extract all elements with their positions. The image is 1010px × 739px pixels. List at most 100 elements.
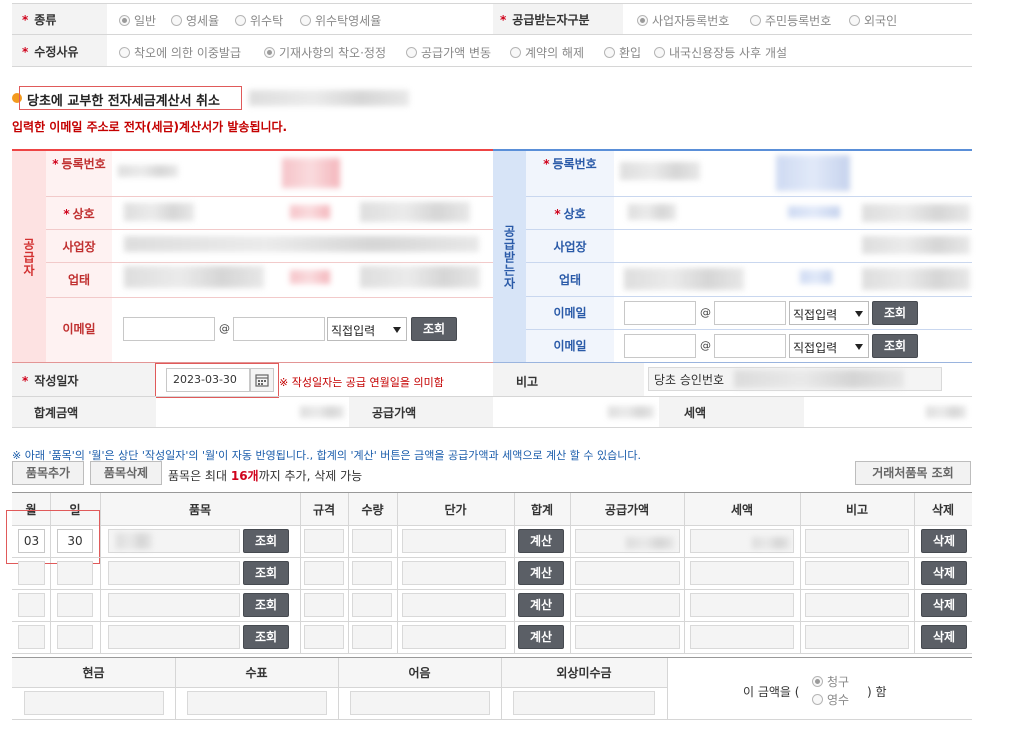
receiver-email1-lookup-button[interactable]: 조회: [872, 301, 918, 325]
row4-tax-input[interactable]: [690, 625, 794, 649]
row3-supply-input[interactable]: [575, 593, 680, 617]
redacted-supplier-business: [124, 266, 264, 288]
row3-tax-input[interactable]: [690, 593, 794, 617]
reason-lc-radio[interactable]: 내국신용장등 사후 개설: [654, 44, 787, 61]
row2-spec-input[interactable]: [304, 561, 344, 585]
redacted-supply: [608, 406, 654, 418]
reason-cancel-contract-radio[interactable]: 계약의 해제: [510, 44, 584, 61]
redacted-tax: [926, 406, 966, 418]
supplier-email-domain-input[interactable]: [233, 317, 325, 341]
receiver-email2-lookup-button[interactable]: 조회: [872, 334, 918, 358]
receiver-email2-at: @: [700, 339, 711, 352]
reason-return-radio[interactable]: 환입: [604, 44, 641, 61]
payment-claim-radio[interactable]: 청구: [812, 673, 849, 690]
row1-note-input[interactable]: [805, 529, 909, 553]
payment-receipt-radio[interactable]: 영수: [812, 691, 849, 708]
row4-note-input[interactable]: [805, 625, 909, 649]
row2-month-input[interactable]: [18, 561, 45, 585]
redacted-supplier-business-3: [360, 266, 480, 288]
type-zero-rate-radio[interactable]: 영세율: [171, 12, 219, 29]
redacted-approval-number: [734, 370, 904, 388]
delete-item-button[interactable]: 품목삭제: [90, 461, 162, 485]
payment-check-input[interactable]: [187, 691, 327, 715]
row2-delete-button[interactable]: 삭제: [921, 561, 967, 585]
row2-unit-price-input[interactable]: [402, 561, 506, 585]
row2-item-lookup-button[interactable]: 조회: [243, 561, 289, 585]
redacted-receiver-regno: [620, 162, 700, 180]
row4-supply-input[interactable]: [575, 625, 680, 649]
col-unit-price: 단가: [444, 503, 467, 517]
col-supply: 공급가액: [604, 503, 650, 517]
receiver-email2-label: 이메일: [553, 339, 587, 353]
payment-credit-input[interactable]: [513, 691, 655, 715]
reason-duplicate-radio[interactable]: 착오에 의한 이중발급: [119, 44, 241, 61]
row1-delete-button[interactable]: 삭제: [921, 529, 967, 553]
row4-day-input[interactable]: [57, 625, 93, 649]
col-spec: 규격: [312, 503, 336, 517]
row4-spec-input[interactable]: [304, 625, 344, 649]
recipient-resident-radio[interactable]: 주민등록번호: [750, 12, 831, 29]
add-item-button[interactable]: 품목추가: [12, 461, 84, 485]
recipient-foreigner-radio[interactable]: 외국인: [849, 12, 897, 29]
reason-correction-radio[interactable]: 기재사항의 착오·정정: [264, 44, 386, 61]
row2-day-input[interactable]: [57, 561, 93, 585]
date-input[interactable]: 2023-03-30: [166, 368, 250, 392]
row3-month-input[interactable]: [18, 593, 45, 617]
row3-item-lookup-button[interactable]: 조회: [243, 593, 289, 617]
type-label: * 종류: [22, 13, 57, 27]
row2-note-input[interactable]: [805, 561, 909, 585]
redacted-row1-item: [116, 533, 152, 549]
supplier-email-id-input[interactable]: [123, 317, 215, 341]
row4-month-input[interactable]: [18, 625, 45, 649]
row3-day-input[interactable]: [57, 593, 93, 617]
redacted-row1-supply: [626, 537, 674, 549]
row3-calc-button[interactable]: 계산: [518, 593, 564, 617]
row2-qty-input[interactable]: [352, 561, 392, 585]
row2-item-input[interactable]: [108, 561, 240, 585]
receiver-email1-id-input[interactable]: [624, 301, 696, 325]
type-general-radio[interactable]: 일반: [119, 12, 156, 29]
receiver-email2-domain-select[interactable]: 직접입력: [789, 334, 869, 358]
partner-item-lookup-button[interactable]: 거래처품목 조회: [855, 461, 971, 485]
row3-note-input[interactable]: [805, 593, 909, 617]
row3-qty-input[interactable]: [352, 593, 392, 617]
row2-supply-input[interactable]: [575, 561, 680, 585]
row3-item-input[interactable]: [108, 593, 240, 617]
col-tax: 세액: [730, 503, 754, 517]
reason-supply-change-radio[interactable]: 공급가액 변동: [406, 44, 491, 61]
row3-delete-button[interactable]: 삭제: [921, 593, 967, 617]
row4-qty-input[interactable]: [352, 625, 392, 649]
row4-calc-button[interactable]: 계산: [518, 625, 564, 649]
row4-item-input[interactable]: [108, 625, 240, 649]
payment-cash-input[interactable]: [24, 691, 164, 715]
row4-unit-price-input[interactable]: [402, 625, 506, 649]
receiver-email1-domain-input[interactable]: [714, 301, 786, 325]
type-consign-zero-radio[interactable]: 위수탁영세율: [300, 12, 381, 29]
row3-unit-price-input[interactable]: [402, 593, 506, 617]
supplier-domain-select[interactable]: 직접입력: [327, 317, 407, 341]
receiver-email2-domain-input[interactable]: [714, 334, 786, 358]
redacted-receiver-name: [628, 204, 676, 220]
row4-delete-button[interactable]: 삭제: [921, 625, 967, 649]
row2-calc-button[interactable]: 계산: [518, 561, 564, 585]
receiver-email1-label: 이메일: [553, 306, 587, 320]
row1-spec-input[interactable]: [304, 529, 344, 553]
supplier-email-lookup-button[interactable]: 조회: [411, 317, 457, 341]
redacted-receiver-business: [624, 268, 744, 290]
payment-bill-input[interactable]: [350, 691, 490, 715]
row3-spec-input[interactable]: [304, 593, 344, 617]
receiver-email1-domain-select[interactable]: 직접입력: [789, 301, 869, 325]
row1-item-lookup-button[interactable]: 조회: [243, 529, 289, 553]
row1-calc-button[interactable]: 계산: [518, 529, 564, 553]
redacted-receiver-name-3: [862, 204, 970, 222]
col-sum: 합계: [530, 503, 554, 517]
type-consign-radio[interactable]: 위수탁: [235, 12, 283, 29]
row4-item-lookup-button[interactable]: 조회: [243, 625, 289, 649]
row1-unit-price-input[interactable]: [402, 529, 506, 553]
row2-tax-input[interactable]: [690, 561, 794, 585]
row1-qty-input[interactable]: [352, 529, 392, 553]
calendar-icon[interactable]: [250, 368, 274, 392]
recipient-bizno-radio[interactable]: 사업자등록번호: [637, 12, 729, 29]
receiver-email2-id-input[interactable]: [624, 334, 696, 358]
total-amount-label: 합계금액: [34, 406, 79, 420]
